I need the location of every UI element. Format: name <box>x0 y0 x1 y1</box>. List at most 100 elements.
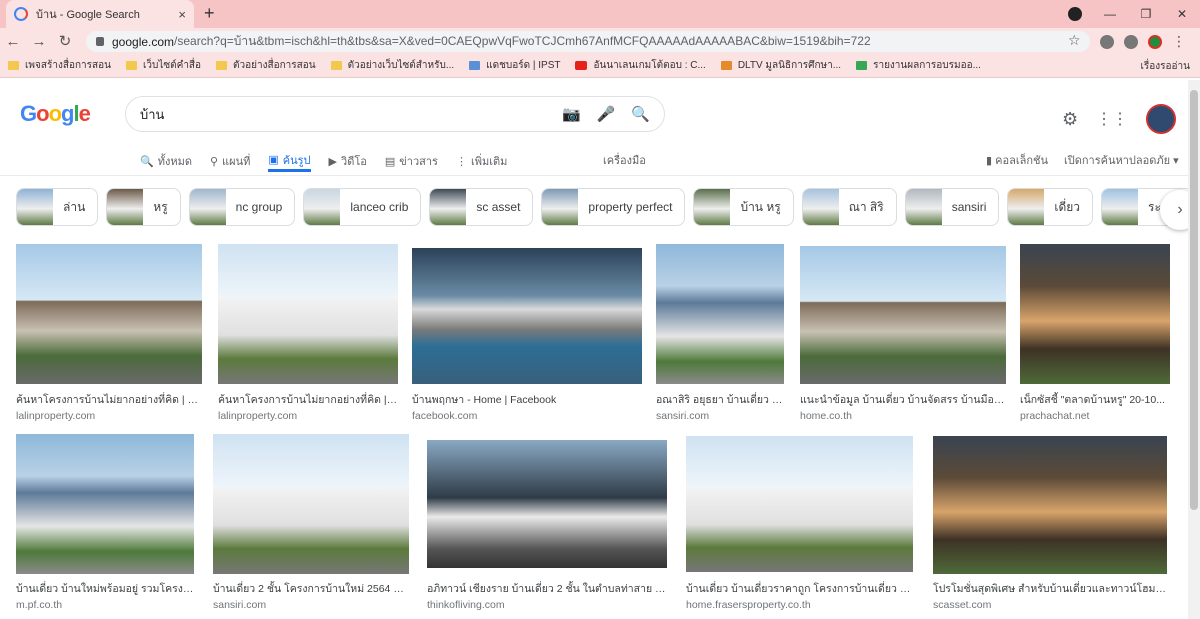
image-result[interactable]: อภิทาวน์ เชียงราย บ้านเดี่ยว 2 ชั้น ในตำ… <box>427 440 667 611</box>
bookmark-item[interactable]: เพจสร้างสื่อการสอน <box>8 58 111 73</box>
image-result[interactable]: บ้านเดี่ยว 2 ชั้น โครงการบ้านใหม่ 2564 พ… <box>213 434 409 611</box>
search-input[interactable]: บ้าน <box>140 104 164 125</box>
result-caption[interactable]: เน็กซัสชี้ "ตลาดบ้านหรู" 20-10... <box>1020 391 1170 408</box>
safesearch-toggle[interactable]: เปิดการค้นหาปลอดภัย ▾ <box>1064 151 1179 169</box>
result-source[interactable]: sansiri.com <box>656 410 784 422</box>
image-result[interactable]: อณาสิริ อยุธยา บ้านเดี่ยว ท... sansiri.co… <box>656 244 784 422</box>
close-window-button[interactable]: ✕ <box>1164 7 1200 21</box>
chip-thumbnail <box>430 189 467 225</box>
result-caption[interactable]: อภิทาวน์ เชียงราย บ้านเดี่ยว 2 ชั้น ในตำ… <box>427 580 667 597</box>
result-source[interactable]: sansiri.com <box>213 599 409 611</box>
result-source[interactable]: scasset.com <box>933 599 1167 611</box>
related-chip[interactable]: sc asset <box>429 188 534 226</box>
profile-icon[interactable] <box>1148 34 1162 49</box>
related-chip[interactable]: หรู <box>106 188 181 226</box>
back-button[interactable]: ← <box>0 33 26 50</box>
google-logo[interactable]: Google <box>20 101 91 127</box>
browser-tab[interactable]: บ้าน - Google Search × <box>6 0 194 28</box>
result-source[interactable]: thinkofliving.com <box>427 599 667 611</box>
image-result[interactable]: เน็กซัสชี้ "ตลาดบ้านหรู" 20-10... prachac… <box>1020 244 1170 422</box>
tab-1[interactable]: ⚲ แผนที่ <box>210 150 250 172</box>
close-tab-icon[interactable]: × <box>178 7 186 22</box>
result-caption[interactable]: บ้านเดี่ยว 2 ชั้น โครงการบ้านใหม่ 2564 พ… <box>213 580 409 597</box>
extension-icon[interactable] <box>1100 34 1114 49</box>
tab-0[interactable]: 🔍 ทั้งหมด <box>140 150 192 172</box>
result-image[interactable] <box>16 244 202 384</box>
search-box[interactable]: บ้าน 📷 🎤 🔍 <box>125 96 665 132</box>
related-chip[interactable]: property perfect <box>541 188 686 226</box>
reading-list[interactable]: เรื่องรออ่าน <box>1140 59 1190 74</box>
record-icon[interactable] <box>1068 7 1082 21</box>
minimize-button[interactable]: — <box>1092 7 1128 21</box>
tab-2[interactable]: ▣ ค้นรูป <box>268 150 311 172</box>
image-result[interactable]: โปรโมชั่นสุดพิเศษ สำหรับบ้านเดี่ยวและทาว… <box>933 436 1167 611</box>
search-icon[interactable]: 🔍 <box>631 105 650 123</box>
related-chip[interactable]: nc group <box>188 188 296 226</box>
result-source[interactable]: home.co.th <box>800 410 1006 422</box>
related-chip[interactable]: sansiri <box>904 188 1000 226</box>
bookmark-star-icon[interactable]: ☆ <box>1068 32 1081 49</box>
bookmark-item[interactable]: เว็บไซต์คำสื่อ <box>125 58 201 73</box>
result-image[interactable] <box>800 246 1006 384</box>
scrollbar-thumb[interactable] <box>1190 90 1198 510</box>
related-chip[interactable]: lanceo crib <box>303 188 422 226</box>
bookmark-item[interactable]: รายงานผลการอบรมออ... <box>856 58 981 73</box>
result-image[interactable] <box>16 434 194 574</box>
account-avatar[interactable] <box>1146 104 1177 134</box>
result-source[interactable]: home.frasersproperty.co.th <box>686 599 913 611</box>
puzzle-icon[interactable] <box>1124 34 1138 49</box>
browser-menu-icon[interactable]: ⋮ <box>1172 33 1186 50</box>
address-bar[interactable]: google.com/search?q=บ้าน&tbm=isch&hl=th&… <box>86 31 1090 52</box>
scrollbar[interactable] <box>1188 80 1200 619</box>
result-caption[interactable]: ค้นหาโครงการบ้านไม่ยากอย่างที่คิด | คลิ.… <box>16 391 202 408</box>
tab-3[interactable]: ▶ วิดีโอ <box>329 150 367 172</box>
image-result[interactable]: ค้นหาโครงการบ้านไม่ยากอย่างที่คิด | คลิ.… <box>16 244 202 422</box>
result-image[interactable] <box>213 434 409 574</box>
related-chip[interactable]: ล่าน <box>16 188 99 226</box>
image-result[interactable]: ค้นหาโครงการบ้านไม่ยากอย่างที่คิด | ค...… <box>218 244 398 422</box>
bookmark-item[interactable]: DLTV มูลนิธิการศึกษา... <box>720 58 841 73</box>
result-source[interactable]: prachachat.net <box>1020 410 1170 422</box>
result-caption[interactable]: บ้านเดี่ยว บ้านใหม่พร้อมอยู่ รวมโครงกา..… <box>16 580 194 597</box>
tab-4[interactable]: ▤ ข่าวสาร <box>385 150 438 172</box>
result-image[interactable] <box>427 440 667 568</box>
result-caption[interactable]: แนะนำข้อมูล บ้านเดี่ยว บ้านจัดสรร บ้านมื… <box>800 391 1006 408</box>
result-source[interactable]: lalinproperty.com <box>16 410 202 422</box>
result-image[interactable] <box>933 436 1167 574</box>
bookmark-item[interactable]: อันนาเลนเกมโต้ตอบ : C... <box>575 58 706 73</box>
result-image[interactable] <box>1020 244 1170 384</box>
collections-link[interactable]: ▮ คอลเล็กชัน <box>986 151 1048 169</box>
result-image[interactable] <box>412 248 642 384</box>
bookmark-item[interactable]: ตัวอย่างเว็บไซต์สำหรับ... <box>330 58 454 73</box>
result-caption[interactable]: บ้านเดี่ยว บ้านเดี่ยวราคาถูก โครงการบ้าน… <box>686 580 913 597</box>
maximize-button[interactable]: ❐ <box>1128 7 1164 21</box>
result-caption[interactable]: โปรโมชั่นสุดพิเศษ สำหรับบ้านเดี่ยวและทาว… <box>933 580 1167 597</box>
result-image[interactable] <box>218 244 398 384</box>
result-source[interactable]: lalinproperty.com <box>218 410 398 422</box>
result-caption[interactable]: ค้นหาโครงการบ้านไม่ยากอย่างที่คิด | ค... <box>218 391 398 408</box>
settings-gear-icon[interactable]: ⚙ <box>1062 109 1078 130</box>
image-result[interactable]: แนะนำข้อมูล บ้านเดี่ยว บ้านจัดสรร บ้านมื… <box>800 246 1006 422</box>
result-source[interactable]: facebook.com <box>412 410 642 422</box>
camera-icon[interactable]: 📷 <box>562 105 581 123</box>
forward-button[interactable]: → <box>26 33 52 50</box>
related-chip[interactable]: เดี่ยว <box>1007 188 1094 226</box>
related-chip[interactable]: ณา สิริ <box>801 188 897 226</box>
new-tab-button[interactable]: + <box>204 3 215 24</box>
image-result[interactable]: บ้านเดี่ยว บ้านเดี่ยวราคาถูก โครงการบ้าน… <box>686 436 913 611</box>
related-chip[interactable]: บ้าน หรู <box>693 188 794 226</box>
image-result[interactable]: บ้านพฤกษา - Home | Facebook facebook.com <box>412 248 642 422</box>
result-source[interactable]: m.pf.co.th <box>16 599 194 611</box>
apps-grid-icon[interactable]: ⋮⋮ <box>1096 109 1128 129</box>
reload-button[interactable]: ↻ <box>52 32 78 50</box>
tab-5[interactable]: ⋮ เพิ่มเติม <box>456 150 507 172</box>
result-image[interactable] <box>686 436 913 572</box>
result-image[interactable] <box>656 244 784 384</box>
image-result[interactable]: บ้านเดี่ยว บ้านใหม่พร้อมอยู่ รวมโครงกา..… <box>16 434 194 611</box>
result-caption[interactable]: อณาสิริ อยุธยา บ้านเดี่ยว ท... <box>656 391 784 408</box>
tools-button[interactable]: เครื่องมือ <box>603 151 646 169</box>
result-caption[interactable]: บ้านพฤกษา - Home | Facebook <box>412 391 642 408</box>
microphone-icon[interactable]: 🎤 <box>597 105 616 123</box>
bookmark-item[interactable]: แดชบอร์ด | IPST <box>469 58 560 73</box>
bookmark-item[interactable]: ตัวอย่างสื่อการสอน <box>216 58 316 73</box>
